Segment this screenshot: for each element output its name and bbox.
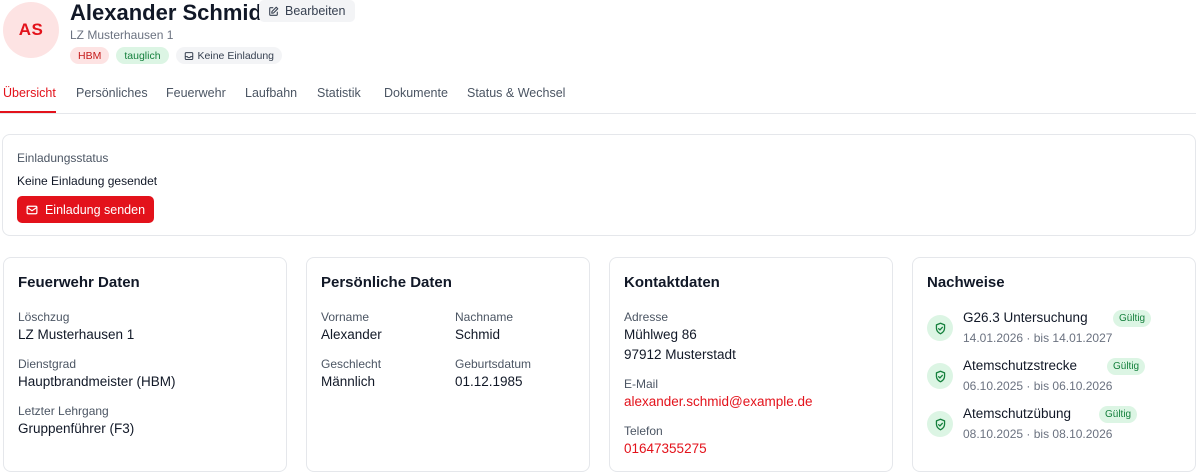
edit-button-label: Bearbeiten (285, 4, 346, 18)
tab-bar: Übersicht Persönliches Feuerwehr Laufbah… (0, 80, 1196, 114)
email-label: E-Mail (624, 377, 659, 391)
edit-button[interactable]: Bearbeiten (259, 0, 356, 22)
invitation-card: Einladungsstatus Keine Einladung gesende… (2, 134, 1196, 236)
telefon-label: Telefon (624, 424, 663, 438)
mail-icon (26, 205, 38, 214)
adresse-label: Adresse (624, 310, 669, 324)
shield-check-icon (927, 363, 953, 389)
geschlecht-label: Geschlecht (321, 357, 382, 371)
tab-dokumente[interactable]: Dokumente (384, 86, 448, 100)
invitation-status-label: Einladungsstatus (17, 151, 109, 165)
send-invitation-button[interactable]: Einladung senden (17, 196, 154, 223)
phone-link[interactable]: 01647355275 (624, 441, 707, 456)
lehrgang-label: Letzter Lehrgang (18, 404, 109, 418)
certificate-item: Atemschutzübung Gültig 08.10.2025 · bis … (927, 406, 1187, 444)
contact-data-title: Kontaktdaten (624, 274, 720, 291)
dienstgrad-label: Dienstgrad (18, 357, 77, 371)
loeschzug-label: Löschzug (18, 310, 70, 324)
invite-status-badge: Keine Einladung (175, 47, 283, 64)
certificate-title: Atemschutzübung (963, 406, 1072, 421)
certificates-title: Nachweise (927, 274, 1005, 291)
fire-data-title: Feuerwehr Daten (18, 274, 140, 291)
certificate-item: G26.3 Untersuchung Gültig 14.01.2026 · b… (927, 310, 1187, 348)
adresse-line-1: Mühlweg 86 (624, 327, 697, 342)
geburtsdatum-value: 01.12.1985 (455, 374, 523, 389)
tab-statistik[interactable]: Statistik (317, 86, 361, 100)
certificates-card: Nachweise G26.3 Untersuchung Gültig 14.0… (912, 257, 1196, 472)
certificate-status-badge: Gültig (1113, 310, 1152, 327)
certificate-dates: 08.10.2025 · bis 08.10.2026 (963, 427, 1113, 441)
vorname-value: Alexander (321, 327, 382, 342)
tab-status-wechsel[interactable]: Status & Wechsel (467, 86, 565, 100)
profile-header: AS Alexander Schmid Bearbeiten LZ Muster… (3, 0, 603, 68)
tab-laufbahn[interactable]: Laufbahn (245, 86, 297, 100)
avatar: AS (3, 2, 59, 58)
personal-data-title: Persönliche Daten (321, 274, 452, 291)
certificate-dates: 14.01.2026 · bis 14.01.2027 (963, 331, 1113, 345)
page-title: Alexander Schmid (70, 0, 262, 25)
shield-check-icon (927, 411, 953, 437)
unit-subtitle: LZ Musterhausen 1 (70, 28, 174, 42)
send-invitation-label: Einladung senden (44, 202, 146, 217)
personal-data-card: Persönliche Daten Vorname Alexander Nach… (306, 257, 590, 472)
certificate-status-badge: Gültig (1107, 358, 1146, 375)
nachname-label: Nachname (455, 310, 514, 324)
pencil-square-icon (269, 6, 279, 16)
certificate-title: G26.3 Untersuchung (963, 310, 1088, 325)
lehrgang-value: Gruppenführer (F3) (18, 421, 135, 436)
certificate-dates: 06.10.2025 · bis 06.10.2026 (963, 379, 1113, 393)
invitation-status-text: Keine Einladung gesendet (17, 174, 158, 188)
shield-check-icon (927, 315, 953, 341)
geschlecht-value: Männlich (321, 374, 376, 389)
fire-data-card: Feuerwehr Daten Löschzug LZ Musterhausen… (3, 257, 287, 472)
contact-data-card: Kontaktdaten Adresse Mühlweg 86 97912 Mu… (609, 257, 893, 472)
active-tab-indicator (0, 111, 56, 113)
vorname-label: Vorname (321, 310, 370, 324)
tab-feuerwehr[interactable]: Feuerwehr (166, 86, 226, 100)
geburtsdatum-label: Geburtsdatum (455, 357, 532, 371)
certificate-title: Atemschutzstrecke (963, 358, 1078, 373)
invite-status-badge-label: Keine Einladung (197, 49, 275, 62)
rank-badge: HBM (70, 47, 110, 64)
fitness-badge: tauglich (116, 47, 169, 64)
tab-uebersicht[interactable]: Übersicht (3, 86, 56, 100)
certificate-item: Atemschutzstrecke Gültig 06.10.2025 · bi… (927, 358, 1187, 396)
dienstgrad-value: Hauptbrandmeister (HBM) (18, 374, 176, 389)
inbox-icon (184, 51, 193, 60)
nachname-value: Schmid (455, 327, 501, 342)
tab-persoenliches[interactable]: Persönliches (76, 86, 148, 100)
adresse-line-2: 97912 Musterstadt (624, 347, 736, 362)
email-link[interactable]: alexander.schmid@example.de (624, 394, 813, 409)
status-badges: HBM tauglich Keine Einladung (70, 47, 283, 64)
loeschzug-value: LZ Musterhausen 1 (18, 327, 135, 342)
certificate-status-badge: Gültig (1099, 406, 1138, 423)
